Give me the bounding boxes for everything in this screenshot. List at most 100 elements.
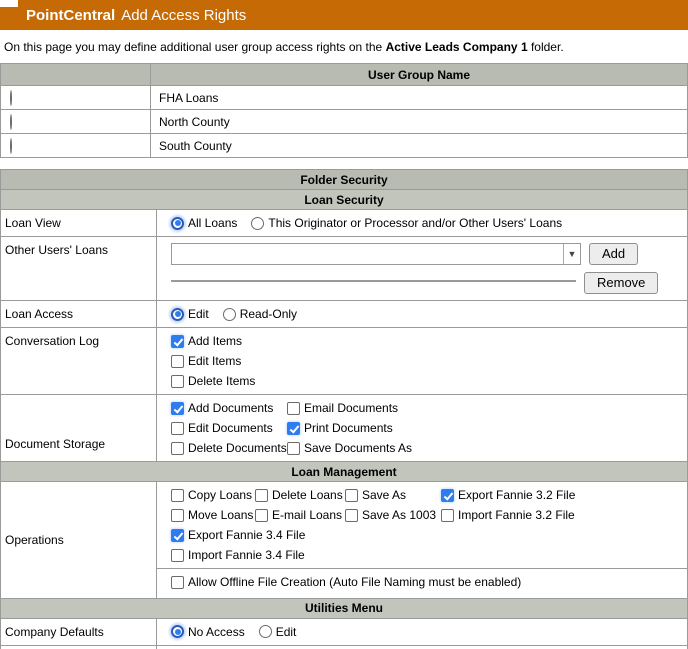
loan-view-option-this-originator[interactable]: This Originator or Processor and/or Othe… — [251, 216, 562, 230]
print-documents-checkbox[interactable] — [287, 421, 300, 435]
checkbox-label: Export Fannie 3.4 File — [188, 528, 306, 542]
document-storage-print-documents[interactable]: Print Documents — [287, 421, 683, 435]
conversation-log-label: Conversation Log — [0, 327, 157, 395]
table-row: South County — [0, 133, 688, 158]
user-group-radio-cell[interactable] — [0, 109, 151, 134]
delete-documents-checkbox[interactable] — [171, 441, 184, 455]
checkbox-label: Edit Documents — [188, 421, 273, 435]
conversation-log-options: Add Items Edit Items Delete Items — [171, 334, 683, 388]
delete-loans-checkbox[interactable] — [255, 488, 268, 502]
operations-export-fannie-34[interactable]: Export Fannie 3.4 File — [171, 528, 305, 542]
app-brand: PointCentral — [26, 6, 116, 24]
checkbox-label: Add Items — [188, 334, 243, 348]
operations-delete-loans[interactable]: Delete Loans — [255, 488, 345, 502]
table-row: FHA Loans — [0, 85, 688, 110]
user-group-name: North County — [150, 109, 688, 134]
email-loans-checkbox[interactable] — [255, 508, 268, 522]
checkbox-label: Import Fannie 3.4 File — [188, 548, 305, 562]
operations-import-fannie-32[interactable]: Import Fannie 3.2 File — [441, 508, 683, 522]
checkbox-label: Print Documents — [304, 421, 393, 435]
intro-text: On this page you may define additional u… — [4, 40, 564, 54]
loan-access-label: Loan Access — [0, 300, 157, 328]
user-group-radio-north-county[interactable] — [10, 113, 12, 130]
checkbox-label: Import Fannie 3.2 File — [458, 508, 575, 522]
checkbox-label: Save As 1003 — [362, 508, 437, 522]
user-group-radio-cell[interactable] — [0, 85, 151, 110]
remove-button[interactable]: Remove — [584, 272, 659, 294]
save-as-checkbox[interactable] — [345, 488, 358, 502]
operations-export-fannie-32[interactable]: Export Fannie 3.2 File — [441, 488, 683, 502]
operations-label: Operations — [0, 481, 157, 599]
import-fannie-32-checkbox[interactable] — [441, 508, 454, 522]
operations-save-as-1003[interactable]: Save As 1003 — [345, 508, 441, 522]
user-group-table: User Group Name FHA Loans North County S… — [0, 63, 688, 158]
this-originator-radio[interactable] — [251, 216, 265, 230]
save-documents-as-checkbox[interactable] — [287, 441, 300, 455]
add-documents-checkbox[interactable] — [171, 401, 184, 415]
copy-loans-checkbox[interactable] — [171, 488, 184, 502]
operations-save-as[interactable]: Save As — [345, 488, 441, 502]
user-group-radio-south-county[interactable] — [10, 137, 12, 154]
section-header-folder-security: Folder Security — [0, 169, 688, 190]
user-group-name: South County — [150, 133, 688, 158]
edit-items-checkbox[interactable] — [171, 354, 184, 368]
add-items-checkbox[interactable] — [171, 334, 184, 348]
loan-view-option-all-loans[interactable]: All Loans — [171, 216, 237, 230]
document-storage-add-documents[interactable]: Add Documents — [171, 401, 287, 415]
user-group-radio-fha-loans[interactable] — [10, 89, 12, 106]
app-header: PointCentral Add Access Rights — [0, 0, 688, 30]
operations-options: Copy Loans Delete Loans Save As Export F… — [171, 488, 683, 522]
export-fannie-32-checkbox[interactable] — [441, 488, 454, 502]
operations-copy-loans[interactable]: Copy Loans — [171, 488, 255, 502]
add-button[interactable]: Add — [589, 243, 639, 265]
document-storage-label: Document Storage — [0, 394, 157, 462]
other-users-loans-select[interactable]: ▼ — [171, 243, 581, 265]
checkbox-label: Delete Items — [188, 374, 256, 388]
edit-documents-checkbox[interactable] — [171, 421, 184, 435]
save-as-1003-checkbox[interactable] — [345, 508, 358, 522]
document-storage-edit-documents[interactable]: Edit Documents — [171, 421, 287, 435]
conversation-log-delete-items[interactable]: Delete Items — [171, 374, 683, 388]
checkbox-label: Allow Offline File Creation (Auto File N… — [188, 575, 522, 589]
section-header-loan-security: Loan Security — [0, 189, 688, 210]
delete-items-checkbox[interactable] — [171, 374, 184, 388]
document-storage-delete-documents[interactable]: Delete Documents — [171, 441, 287, 455]
loan-access-option-edit[interactable]: Edit — [171, 307, 209, 321]
checkbox-label: Save As — [362, 488, 407, 502]
radio-label: Edit — [188, 307, 209, 321]
checkbox-label: E-mail Loans — [272, 508, 343, 522]
loan-access-option-read-only[interactable]: Read-Only — [222, 307, 298, 321]
table-row: North County — [0, 109, 688, 134]
edit-radio[interactable] — [171, 307, 184, 321]
folder-name: Active Leads Company 1 — [385, 40, 528, 54]
import-fannie-34-checkbox[interactable] — [171, 548, 184, 562]
email-documents-checkbox[interactable] — [287, 401, 300, 415]
page-title: Add Access Rights — [121, 6, 247, 24]
chevron-down-icon[interactable]: ▼ — [563, 244, 580, 264]
checkbox-label: Export Fannie 3.2 File — [458, 488, 576, 502]
checkbox-label: Edit Items — [188, 354, 242, 368]
document-storage-options: Add Documents Email Documents Edit Docum… — [171, 401, 683, 455]
document-storage-email-documents[interactable]: Email Documents — [287, 401, 683, 415]
radio-label: Read-Only — [239, 307, 298, 321]
operations-import-fannie-34[interactable]: Import Fannie 3.4 File — [171, 548, 305, 562]
user-group-select-column-header — [0, 63, 151, 86]
document-storage-save-documents-as[interactable]: Save Documents As — [287, 441, 683, 455]
checkbox-label: Delete Documents — [188, 441, 287, 455]
checkbox-label: Copy Loans — [188, 488, 253, 502]
conversation-log-edit-items[interactable]: Edit Items — [171, 354, 683, 368]
conversation-log-add-items[interactable]: Add Items — [171, 334, 683, 348]
allow-offline-file-creation-checkbox[interactable] — [171, 575, 184, 589]
radio-label: All Loans — [188, 216, 238, 230]
user-group-radio-cell[interactable] — [0, 133, 151, 158]
operations-allow-offline-file-creation[interactable]: Allow Offline File Creation (Auto File N… — [171, 575, 521, 589]
read-only-radio[interactable] — [222, 307, 236, 321]
operations-email-loans[interactable]: E-mail Loans — [255, 508, 345, 522]
checkbox-label: Add Documents — [188, 401, 274, 415]
move-loans-checkbox[interactable] — [171, 508, 184, 522]
operations-move-loans[interactable]: Move Loans — [171, 508, 255, 522]
section-header-loan-management: Loan Management — [0, 461, 688, 482]
all-loans-radio[interactable] — [171, 216, 184, 230]
export-fannie-34-checkbox[interactable] — [171, 528, 184, 542]
loan-view-options: All Loans This Originator or Processor a… — [171, 216, 683, 230]
